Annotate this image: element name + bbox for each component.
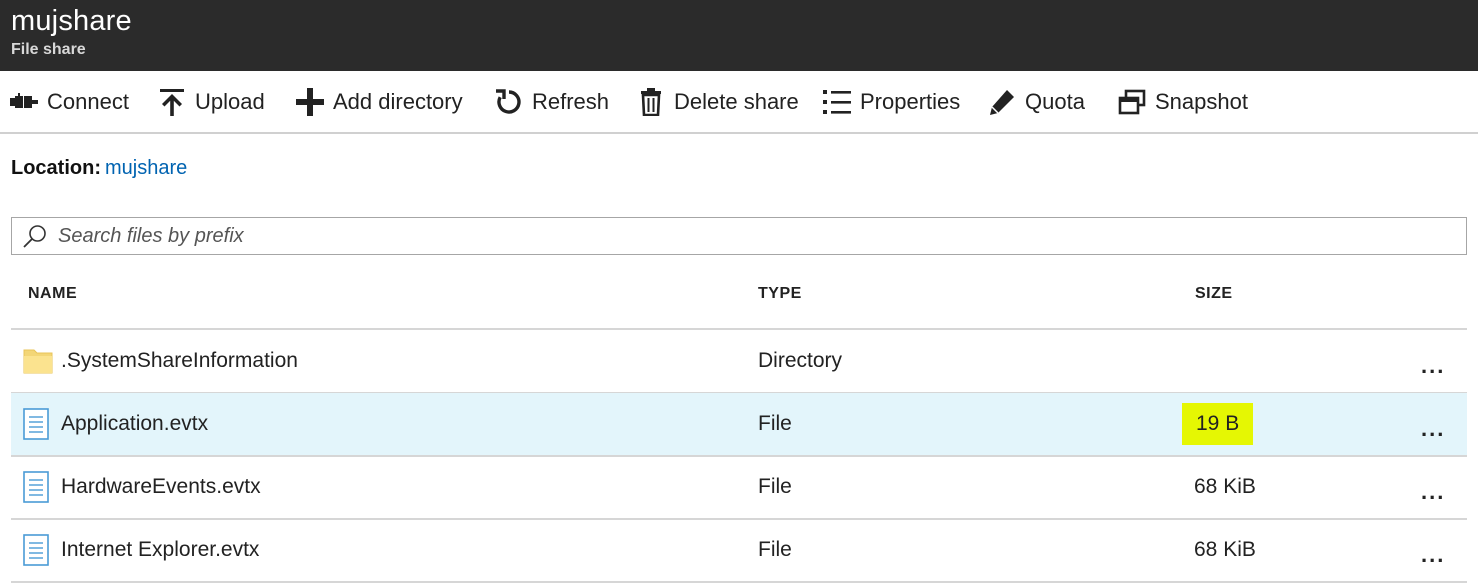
upload-button[interactable]: Upload [158,71,265,132]
file-icon [23,471,53,503]
table-row[interactable]: HardwareEvents.evtx File 68 KiB ... [11,456,1467,520]
connect-icon [10,88,38,116]
table-row[interactable]: Application.evtx File 19 B ... [11,393,1467,457]
upload-icon [158,88,186,116]
file-name[interactable]: HardwareEvents.evtx [61,456,261,518]
file-icon [23,534,53,566]
refresh-icon [495,88,523,116]
more-options-button[interactable]: ... [1421,544,1451,566]
more-options-button[interactable]: ... [1421,418,1451,440]
upload-label: Upload [195,88,265,114]
snapshot-label: Snapshot [1155,88,1248,114]
table-row[interactable]: Internet Explorer.evtx File 68 KiB ... [11,519,1467,583]
more-options-button[interactable]: ... [1421,355,1451,377]
trash-icon [637,87,665,116]
snapshot-button[interactable]: Snapshot [1118,71,1248,132]
file-type: File [758,412,792,435]
page-subtitle: File share [11,41,86,58]
column-header-name[interactable]: NAME [28,285,77,303]
snapshot-icon [1118,88,1146,116]
column-header-size[interactable]: SIZE [1195,285,1233,303]
file-size-cell: 19 B [1182,393,1254,455]
folder-icon [23,345,53,377]
file-icon [23,408,53,440]
file-size: 19 B [1182,403,1254,445]
refresh-button[interactable]: Refresh [495,71,609,132]
file-type: Directory [758,349,843,372]
file-type: File [758,475,792,498]
search-box [11,217,1467,255]
delete-share-label: Delete share [674,88,799,114]
file-size: 68 KiB [1194,538,1256,561]
refresh-label: Refresh [532,88,610,114]
column-header-type[interactable]: TYPE [758,285,802,303]
blade-header: mujshare File share [0,0,1478,71]
location-link[interactable]: mujshare [105,157,187,179]
file-name[interactable]: .SystemShareInformation [61,330,298,392]
list-icon [823,88,851,116]
properties-label: Properties [860,88,961,114]
connect-label: Connect [47,88,129,114]
table-header: NAME TYPE SIZE [11,265,1467,330]
table-row[interactable]: .SystemShareInformation Directory ... [11,330,1467,394]
search-input[interactable] [56,223,1440,249]
breadcrumb: Location: mujshare [11,155,187,181]
file-name[interactable]: Application.evtx [61,393,208,455]
connect-button[interactable]: Connect [10,71,129,132]
file-type: File [758,538,792,561]
command-bar: Connect Upload Add directory Refresh Del… [0,71,1478,134]
file-name[interactable]: Internet Explorer.evtx [61,519,259,581]
add-directory-label: Add directory [333,88,463,114]
pencil-icon [988,88,1016,116]
file-size: 68 KiB [1194,475,1256,498]
add-directory-button[interactable]: Add directory [296,71,463,132]
location-label: Location: [11,157,101,179]
plus-icon [296,87,324,116]
quota-button[interactable]: Quota [988,71,1085,132]
quota-label: Quota [1025,88,1085,114]
page-title: mujshare [11,5,132,37]
search-icon [20,221,50,251]
more-options-button[interactable]: ... [1421,481,1451,503]
delete-share-button[interactable]: Delete share [637,71,799,132]
properties-button[interactable]: Properties [823,71,960,132]
